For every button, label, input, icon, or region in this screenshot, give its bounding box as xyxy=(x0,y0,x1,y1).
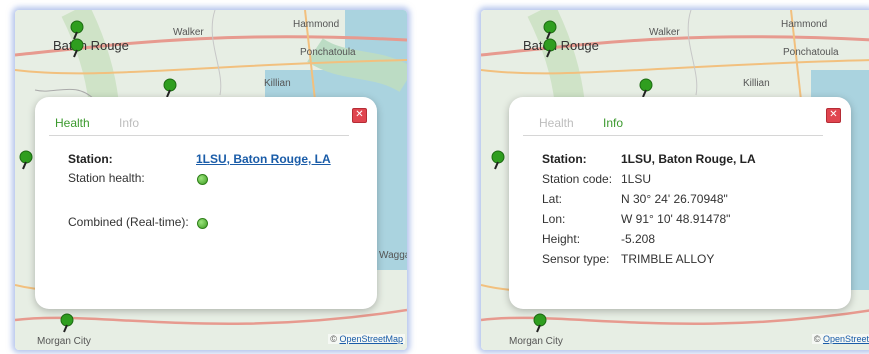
map-marker-icon[interactable] xyxy=(543,38,557,58)
place-label-morgan-city: Morgan City xyxy=(37,336,91,347)
map-panel-info[interactable]: Baton Rouge Walker Hammond Ponchatoula K… xyxy=(481,10,869,350)
station-health-row: Station health: xyxy=(68,171,196,185)
map-attribution: © OpenStreetMap xyxy=(328,334,405,344)
place-label-walker: Walker xyxy=(173,27,204,38)
info-value: 1LSU, Baton Rouge, LA xyxy=(621,152,756,166)
info-row-station-code: Station code: 1LSU xyxy=(542,172,651,186)
map-marker-icon[interactable] xyxy=(491,150,505,170)
map-marker-icon[interactable] xyxy=(70,38,84,58)
station-row: Station: 1LSU, Baton Rouge, LA xyxy=(68,152,331,166)
info-row-sensor-type: Sensor type: TRIMBLE ALLOY xyxy=(542,252,714,266)
close-icon[interactable]: ✕ xyxy=(352,108,367,123)
openstreetmap-link[interactable]: OpenStreetMap xyxy=(339,334,403,344)
tab-info[interactable]: Info xyxy=(603,116,623,130)
place-label-ponchatoula: Ponchatoula xyxy=(300,47,356,58)
place-label-morgan-city: Morgan City xyxy=(509,336,563,347)
info-label: Height: xyxy=(542,232,581,246)
station-link[interactable]: 1LSU, Baton Rouge, LA xyxy=(196,152,331,166)
openstreetmap-link[interactable]: OpenStreet xyxy=(823,334,869,344)
place-label-walker: Walker xyxy=(649,27,680,38)
info-value: -5.208 xyxy=(621,232,656,246)
place-label-hammond: Hammond xyxy=(781,19,828,30)
tab-info[interactable]: Info xyxy=(119,116,139,130)
combined-row: Combined (Real-time): xyxy=(68,215,189,229)
map-marker-icon[interactable] xyxy=(163,78,177,98)
info-value: N 30° 24' 26.70948" xyxy=(621,192,728,206)
info-row-height: Height: -5.208 xyxy=(542,232,655,246)
place-label-waggaman: Wagga xyxy=(379,250,407,261)
combined-label: Combined (Real-time): xyxy=(68,215,189,229)
info-value: TRIMBLE ALLOY xyxy=(621,252,715,266)
attribution-symbol: © xyxy=(330,334,337,344)
place-label-baton-rouge: Baton Rouge xyxy=(53,38,129,53)
map-marker-icon[interactable] xyxy=(533,313,547,333)
popup-tabs: Health Info xyxy=(49,113,349,136)
attribution-symbol: © xyxy=(813,334,821,344)
tab-health[interactable]: Health xyxy=(55,116,90,130)
info-value: 1LSU xyxy=(621,172,652,186)
place-label-baton-rouge: Baton Rouge xyxy=(523,38,599,53)
info-label: Lon: xyxy=(542,212,566,226)
place-label-ponchatoula: Ponchatoula xyxy=(783,47,839,58)
station-label: Station: xyxy=(68,152,113,166)
map-panel-health[interactable]: Baton Rouge Walker Hammond Ponchatoula K… xyxy=(15,10,407,350)
map-marker-icon[interactable] xyxy=(543,20,557,40)
map-marker-icon[interactable] xyxy=(639,78,653,98)
map-marker-icon[interactable] xyxy=(19,150,33,170)
map-marker-icon[interactable] xyxy=(70,20,84,40)
map-marker-icon[interactable] xyxy=(60,313,74,333)
station-popup: ✕ Health Info Station: 1LSU, Baton Rouge,… xyxy=(509,97,851,309)
info-value: W 91° 10' 48.91478" xyxy=(621,212,731,226)
tab-health[interactable]: Health xyxy=(539,116,574,130)
place-label-hammond: Hammond xyxy=(293,19,340,30)
place-label-killian: Killian xyxy=(743,78,770,89)
station-popup: ✕ Health Info Station: 1LSU, Baton Rouge,… xyxy=(35,97,377,309)
close-icon[interactable]: ✕ xyxy=(826,108,841,123)
place-label-killian: Killian xyxy=(264,78,291,89)
info-label: Lat: xyxy=(542,192,563,206)
info-label: Station code: xyxy=(542,172,613,186)
info-row-lat: Lat: N 30° 24' 26.70948" xyxy=(542,192,728,206)
info-row-station: Station: 1LSU, Baton Rouge, LA xyxy=(542,152,756,166)
popup-tabs: Health Info xyxy=(523,113,823,136)
info-label: Sensor type: xyxy=(542,252,610,266)
map-attribution: © OpenStreet xyxy=(811,334,869,344)
status-indicator-icon xyxy=(197,218,208,229)
status-indicator-icon xyxy=(197,174,208,185)
info-label: Station: xyxy=(542,152,587,166)
station-health-label: Station health: xyxy=(68,171,145,185)
info-row-lon: Lon: W 91° 10' 48.91478" xyxy=(542,212,730,226)
